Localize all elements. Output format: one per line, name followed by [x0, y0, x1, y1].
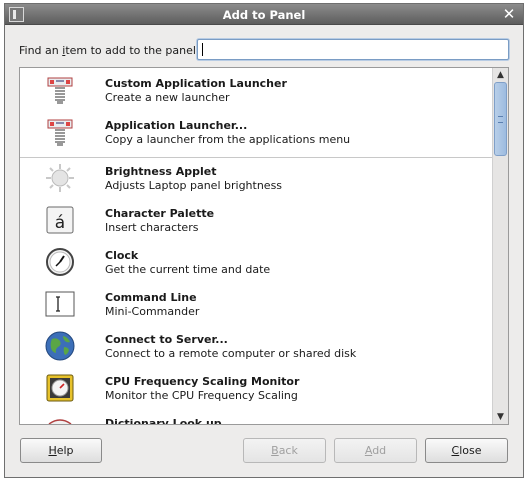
item-name: Brightness Applet: [105, 165, 217, 178]
item-description: Mini-Commander: [105, 305, 200, 318]
item-name: Character Palette: [105, 207, 215, 220]
title-bar[interactable]: Add to Panel ✕: [5, 4, 523, 25]
list-item[interactable]: Command Line Mini-Commander: [20, 284, 492, 326]
add-button[interactable]: Add: [334, 438, 417, 463]
brightness-icon: [46, 164, 74, 192]
launcher-icon: [47, 119, 73, 146]
list-item[interactable]: Clock Get the current time and date: [20, 242, 492, 284]
scrollbar-thumb[interactable]: [494, 82, 507, 156]
clock-icon: [46, 248, 74, 276]
list-item[interactable]: CPU Frequency Scaling Monitor Monitor th…: [20, 368, 492, 410]
item-name: Connect to Server...: [105, 333, 228, 346]
window-close-icon[interactable]: ✕: [501, 6, 517, 22]
item-description: Create a new launcher: [105, 91, 230, 104]
find-label: Find an item to add to the panel:: [19, 44, 200, 57]
item-description: Adjusts Laptop panel brightness: [105, 179, 283, 192]
item-description: Get the current time and date: [105, 263, 271, 276]
item-name: Application Launcher...: [105, 119, 248, 132]
globe-icon: [45, 331, 75, 361]
add-to-panel-dialog: Add to Panel ✕ Find an item to add to th…: [4, 3, 524, 478]
list-item[interactable]: Dictionary Look up: [20, 410, 492, 425]
search-input[interactable]: [197, 39, 509, 60]
item-name: Clock: [105, 249, 139, 262]
list-item[interactable]: Brightness Applet Adjusts Laptop panel b…: [20, 158, 492, 200]
item-name: CPU Frequency Scaling Monitor: [105, 375, 300, 388]
command-line-icon: [45, 291, 75, 317]
launcher-icon: [47, 77, 73, 104]
scroll-down-icon[interactable]: ▼: [493, 411, 508, 423]
help-button[interactable]: Help: [20, 438, 102, 463]
item-name: Custom Application Launcher: [105, 77, 287, 90]
close-button[interactable]: Close: [425, 438, 508, 463]
back-button[interactable]: Back: [243, 438, 326, 463]
list-item[interactable]: Application Launcher... Copy a launcher …: [20, 112, 492, 154]
list-item[interactable]: Connect to Server... Connect to a remote…: [20, 326, 492, 368]
item-description: Monitor the CPU Frequency Scaling: [105, 389, 298, 402]
item-description: Insert characters: [105, 221, 199, 234]
character-palette-icon: á: [46, 206, 74, 234]
svg-text:á: á: [55, 213, 65, 233]
item-name: Command Line: [105, 291, 197, 304]
items-list[interactable]: Custom Application Launcher Create a new…: [19, 67, 509, 425]
dictionary-icon: [48, 419, 72, 424]
item-description: Copy a launcher from the applications me…: [105, 133, 351, 146]
item-description: Connect to a remote computer or shared d…: [105, 347, 357, 360]
list-item[interactable]: Custom Application Launcher Create a new…: [20, 70, 492, 112]
list-item[interactable]: á Character Palette Insert characters: [20, 200, 492, 242]
window-title: Add to Panel: [222, 8, 306, 22]
vertical-scrollbar[interactable]: ▲ ▼: [492, 68, 508, 424]
cpu-icon: [46, 374, 74, 402]
item-name: Dictionary Look up: [105, 417, 222, 425]
scroll-up-icon[interactable]: ▲: [493, 69, 508, 81]
